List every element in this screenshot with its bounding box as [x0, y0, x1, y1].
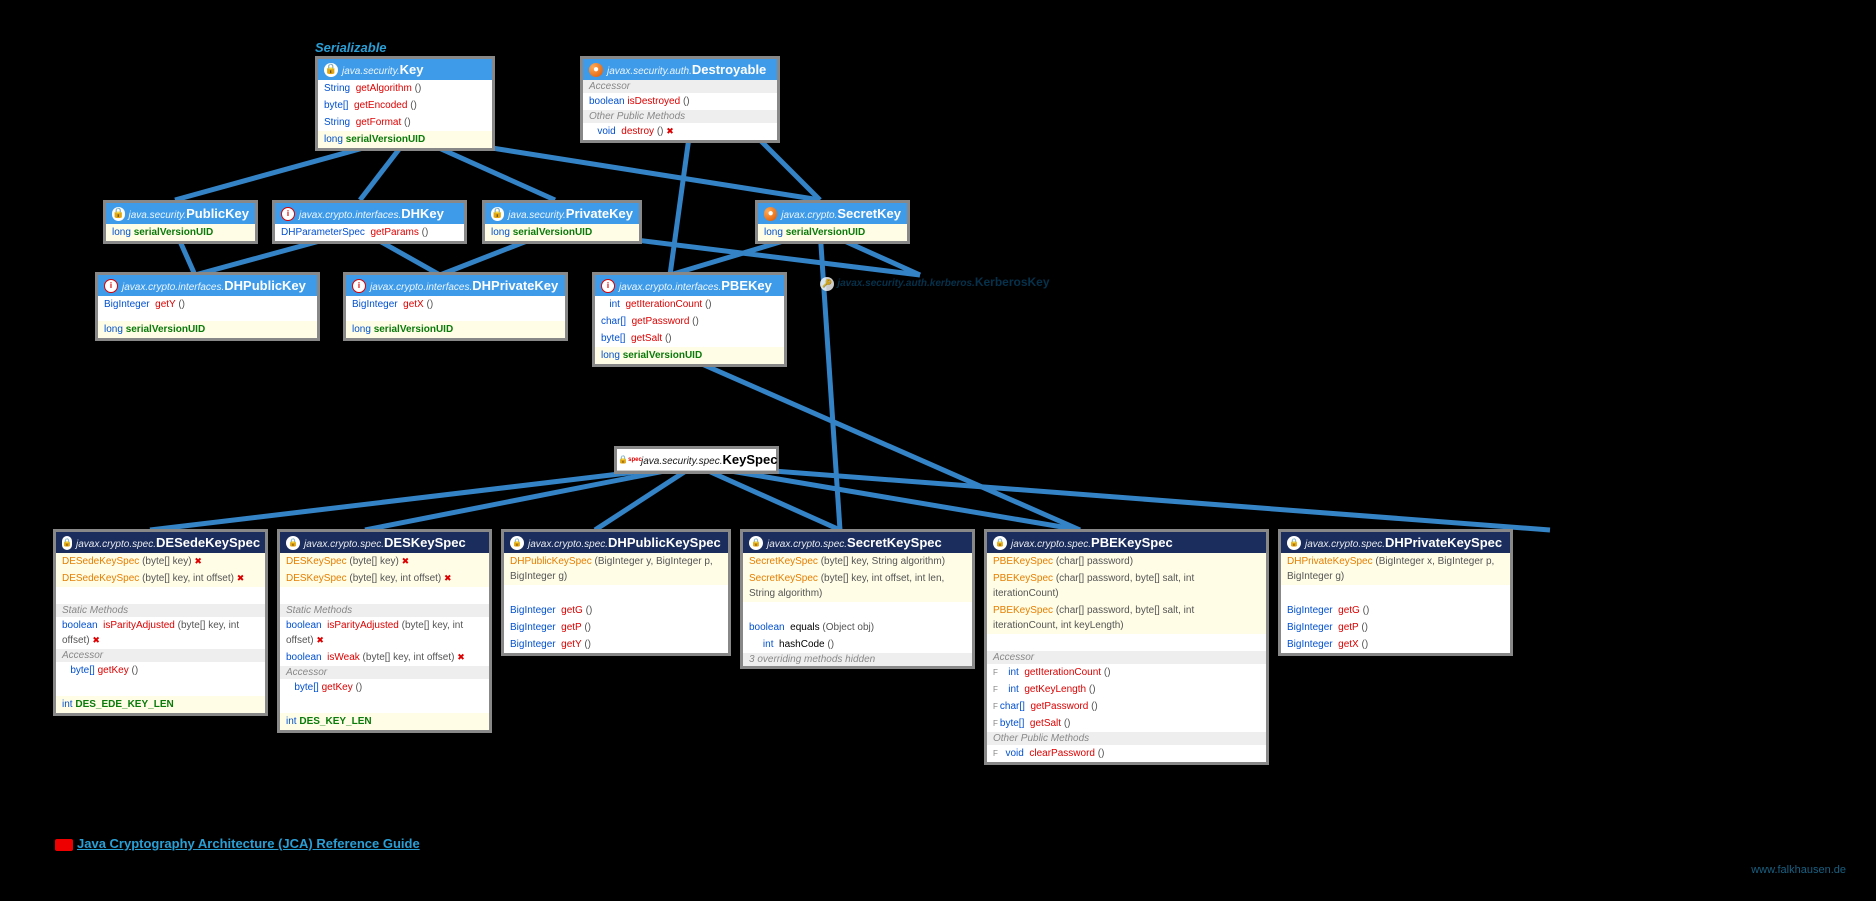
lock-icon: 🔒: [112, 207, 125, 221]
class-destroyable[interactable]: ●javax.security.auth.Destroyable Accesso…: [580, 56, 780, 143]
class-dhpublickeyspec[interactable]: 🔒javax.crypto.spec.DHPublicKeySpec DHPub…: [501, 529, 731, 656]
class-secretkey[interactable]: ●javax.crypto.SecretKey long serialVersi…: [755, 200, 910, 244]
interface-icon: i: [601, 279, 615, 293]
kerb-icon: 🔑: [820, 277, 834, 291]
oracle-icon: [55, 839, 73, 851]
class-pbekeyspec[interactable]: 🔒javax.crypto.spec.PBEKeySpec PBEKeySpec…: [984, 529, 1269, 765]
interface-icon: i: [104, 279, 118, 293]
class-dhprivatekeyspec[interactable]: 🔒javax.crypto.spec.DHPrivateKeySpec DHPr…: [1278, 529, 1513, 656]
class-kerberoskey[interactable]: 🔑 javax.security.auth.kerberos.KerberosK…: [820, 275, 1050, 291]
spec-icon: 🔒: [1287, 536, 1301, 550]
lock-icon: 🔒: [324, 63, 338, 77]
interface-icon: i: [281, 207, 295, 221]
class-key[interactable]: 🔒java.security.Key String getAlgorithm (…: [315, 56, 495, 151]
class-secretkeyspec[interactable]: 🔒javax.crypto.spec.SecretKeySpec SecretK…: [740, 529, 975, 669]
class-pbekey[interactable]: ijavax.crypto.interfaces.PBEKey int getI…: [592, 272, 787, 367]
spec-icon: 🔒spec: [623, 453, 637, 467]
spec-icon: 🔒: [993, 536, 1007, 550]
orb-icon: ●: [764, 207, 777, 221]
class-keyspec[interactable]: 🔒specjava.security.spec.KeySpec: [614, 446, 779, 474]
reference-link[interactable]: Java Cryptography Architecture (JCA) Ref…: [55, 836, 420, 851]
class-dhprivatekey[interactable]: ijavax.crypto.interfaces.DHPrivateKey Bi…: [343, 272, 568, 341]
class-dhpublickey[interactable]: ijavax.crypto.interfaces.DHPublicKey Big…: [95, 272, 320, 341]
spec-icon: 🔒: [510, 536, 524, 550]
connector-lines: [0, 0, 1876, 901]
serializable-label: Serializable: [315, 40, 387, 55]
class-privatekey[interactable]: 🔒java.security.PrivateKey long serialVer…: [482, 200, 642, 244]
class-publickey[interactable]: 🔒java.security.PublicKey long serialVers…: [103, 200, 258, 244]
class-dhkey[interactable]: ijavax.crypto.interfaces.DHKey DHParamet…: [272, 200, 467, 244]
class-desedekeyspec[interactable]: 🔒javax.crypto.spec.DESedeKeySpec DESedeK…: [53, 529, 268, 716]
orb-icon: ●: [589, 63, 603, 77]
class-deskeyspec[interactable]: 🔒javax.crypto.spec.DESKeySpec DESKeySpec…: [277, 529, 492, 733]
lock-icon: 🔒: [491, 207, 504, 221]
spec-icon: 🔒: [62, 536, 72, 550]
interface-icon: i: [352, 279, 366, 293]
spec-icon: 🔒: [286, 536, 300, 550]
watermark: www.falkhausen.de: [1751, 864, 1846, 876]
spec-icon: 🔒: [749, 536, 763, 550]
